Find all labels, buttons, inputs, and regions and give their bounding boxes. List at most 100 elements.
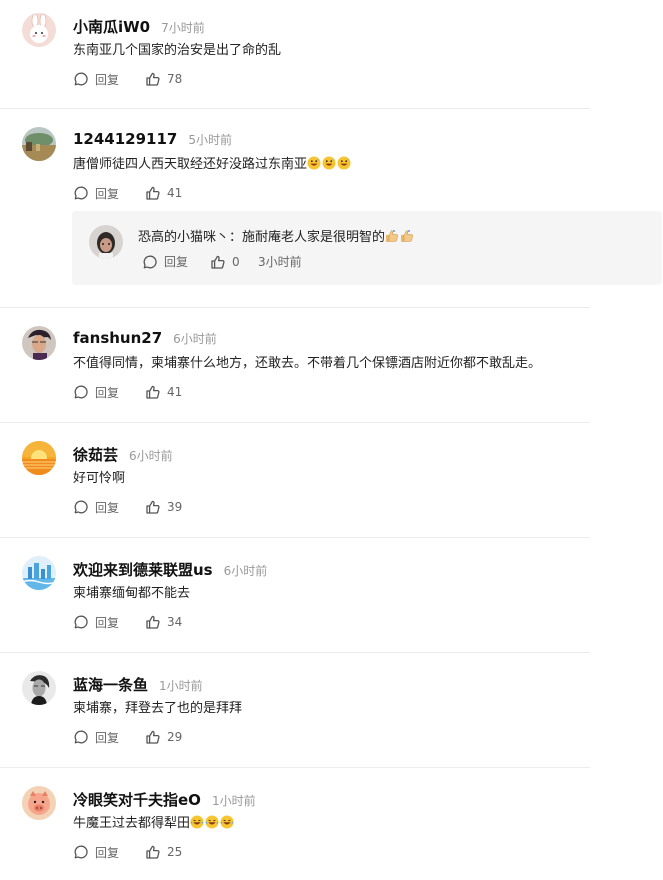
username[interactable]: 小南瓜iW0: [73, 16, 150, 37]
bunny-avatar[interactable]: [22, 13, 56, 47]
reply-button[interactable]: 回复: [142, 253, 210, 270]
username[interactable]: fanshun27: [73, 329, 162, 347]
comment-bubble-icon: [73, 844, 95, 860]
username[interactable]: 蓝海一条鱼: [73, 674, 148, 695]
comment-bubble-icon: [73, 614, 95, 630]
nested-reply: 恐高的小猫咪丶：施耐庵老人家是很明智的 回复 0 3小时前: [72, 211, 662, 285]
comment-body: 好可怜啊: [73, 471, 126, 486]
comment-bubble-icon: [73, 499, 95, 515]
reply-button[interactable]: 回复: [73, 185, 145, 202]
reply-label: 回复: [164, 255, 189, 269]
comment-body: 柬埔寨缅甸都不能去: [73, 586, 191, 601]
timestamp: 6小时前: [129, 449, 173, 463]
reply-actions: 回复 0 3小时前: [142, 253, 302, 270]
reply-button[interactable]: 回复: [73, 614, 145, 631]
reply-button[interactable]: 回复: [73, 729, 145, 746]
reply-button[interactable]: 回复: [73, 384, 145, 401]
comment-header: fanshun27 6小时前: [73, 329, 580, 351]
reply-button[interactable]: 回复: [73, 499, 145, 516]
like-button[interactable]: 41: [145, 384, 182, 400]
like-count: 39: [167, 500, 183, 514]
cat-reply-avatar[interactable]: [89, 225, 123, 259]
reply-label: 回复: [95, 730, 120, 745]
like-count: 41: [167, 385, 183, 399]
comment-text: 好可怜啊: [73, 469, 580, 489]
timestamp: 6小时前: [173, 332, 217, 346]
comment-bubble-icon: [73, 185, 95, 201]
comment-item: 冷眼笑对千夫指eO 1小时前牛魔王过去都得犁田 回复 25: [0, 767, 590, 880]
comment-text: 牛魔王过去都得犁田: [73, 814, 580, 834]
comment-actions: 回复 78: [73, 69, 580, 89]
timestamp: 7小时前: [161, 21, 205, 35]
comment-actions: 回复 41: [73, 183, 580, 203]
comment-header: 冷眼笑对千夫指eO 1小时前: [73, 789, 580, 811]
comment-header: 欢迎来到德莱联盟us 6小时前: [73, 559, 580, 581]
reply-label: 回复: [95, 186, 120, 201]
thumbs-up-icon: [145, 844, 167, 860]
like-count: 0: [232, 254, 240, 269]
comment-bubble-icon: [142, 254, 164, 270]
thumbs-up-icon: [145, 729, 167, 745]
sunset-avatar[interactable]: [22, 441, 56, 475]
comment-body: 牛魔王过去都得犁田: [73, 816, 191, 831]
like-button[interactable]: 78: [145, 71, 182, 87]
like-button[interactable]: 25: [145, 844, 182, 860]
city-avatar[interactable]: [22, 556, 56, 590]
thumbs-up-emoji: [400, 229, 414, 243]
comment-item: 徐茹芸 6小时前 好可怜啊回复 39: [0, 422, 590, 537]
like-count: 34: [167, 615, 183, 629]
username[interactable]: 欢迎来到德莱联盟us: [73, 559, 213, 580]
username[interactable]: 1244129117: [73, 130, 177, 148]
like-button[interactable]: 29: [145, 729, 182, 745]
comment-actions: 回复 39: [73, 497, 580, 517]
like-button[interactable]: 0: [210, 254, 258, 270]
comment-bubble-icon: [73, 729, 95, 745]
comment-header: 徐茹芸 6小时前: [73, 444, 580, 466]
comment-actions: 回复 41: [73, 382, 580, 402]
thumbs-up-icon: [145, 185, 167, 201]
username[interactable]: 徐茹芸: [73, 444, 118, 465]
portrait-avatar[interactable]: [22, 326, 56, 360]
bw-portrait-avatar[interactable]: [22, 671, 56, 705]
like-button[interactable]: 41: [145, 185, 182, 201]
grinning-sweat-emoji: [337, 156, 351, 170]
laughing-tears-emoji: [220, 815, 234, 829]
comment-actions: 回复 34: [73, 612, 580, 632]
like-count: 29: [167, 730, 183, 744]
comment-text: 唐僧师徒四人西天取经还好没路过东南亚: [73, 155, 580, 175]
comment-item: 1244129117 5小时前唐僧师徒四人西天取经还好没路过东南亚回复 41 恐高的小…: [0, 108, 662, 307]
thumbs-up-icon: [145, 71, 167, 87]
comment-item: 蓝海一条鱼 1小时前柬埔寨，拜登去了也的是拜拜回复 29: [0, 652, 590, 767]
comment-body: 柬埔寨，拜登去了也的是拜拜: [73, 701, 243, 716]
comment-header: 1244129117 5小时前: [73, 130, 580, 152]
pig-avatar[interactable]: [22, 786, 56, 820]
reply-label: 回复: [95, 385, 120, 400]
comment-text: 东南亚几个国家的治安是出了命的乱: [73, 41, 580, 61]
like-count: 25: [167, 845, 183, 859]
comment-bubble-icon: [73, 384, 95, 400]
username[interactable]: 冷眼笑对千夫指eO: [73, 789, 201, 810]
comment-item: fanshun27 6小时前不值得同情，柬埔寨什么地方，还敢去。不带着几个保镖酒店…: [0, 307, 590, 422]
comment-actions: 回复 29: [73, 727, 580, 747]
like-count: 41: [167, 186, 183, 200]
like-button[interactable]: 34: [145, 614, 182, 630]
comment-header: 小南瓜iW0 7小时前: [73, 16, 580, 38]
laughing-tears-emoji: [190, 815, 204, 829]
grinning-sweat-emoji: [322, 156, 336, 170]
reply-button[interactable]: 回复: [73, 844, 145, 861]
reply-username[interactable]: 恐高的小猫咪丶: [138, 230, 229, 245]
thumbs-up-icon: [145, 384, 167, 400]
like-button[interactable]: 39: [145, 499, 182, 515]
landscape-avatar[interactable]: [22, 127, 56, 161]
reply-label: 回复: [95, 615, 120, 630]
comment-body: 唐僧师徒四人西天取经还好没路过东南亚: [73, 157, 308, 172]
reply-button[interactable]: 回复: [73, 71, 145, 88]
laughing-tears-emoji: [205, 815, 219, 829]
comment-body: 不值得同情，柬埔寨什么地方，还敢去。不带着几个保镖酒店附近你都不敢乱走。: [73, 356, 542, 371]
timestamp: 6小时前: [223, 564, 268, 578]
timestamp: 1小时前: [159, 679, 203, 693]
thumbs-up-emoji: [385, 229, 399, 243]
reply-text: 施耐庵老人家是很明智的: [242, 230, 386, 245]
thumbs-up-icon: [145, 499, 167, 515]
timestamp: 5小时前: [188, 133, 233, 147]
